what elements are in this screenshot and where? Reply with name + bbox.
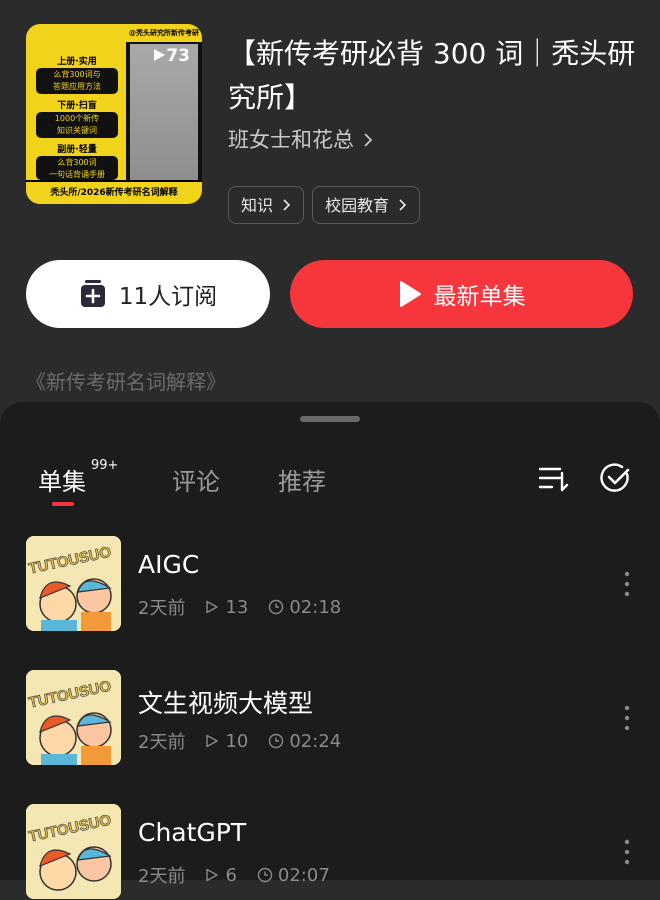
episode-meta: 2天前 10 02:24 — [138, 728, 341, 754]
latest-episode-button[interactable]: 最新单集 — [290, 260, 633, 328]
cover-pill-2: 1000个新传 知识关键词 — [36, 112, 118, 138]
tag-knowledge[interactable]: 知识 — [228, 186, 305, 224]
tab-bar: 单集 99+ 评论 推荐 — [38, 458, 384, 506]
episode-date: 2天前 — [138, 598, 186, 619]
clock-icon — [257, 867, 273, 883]
cover-row-1: 上册·实用 — [57, 57, 97, 67]
author-link[interactable]: 班女士和花总 — [228, 124, 373, 154]
more-vertical-icon[interactable] — [624, 703, 630, 733]
tab-comments-label: 评论 — [172, 468, 220, 496]
episode-duration: 02:18 — [289, 596, 342, 618]
check-circle-icon[interactable] — [600, 462, 632, 494]
clock-icon — [269, 733, 284, 749]
episode-thumbnail: TUTOUSUO — [26, 670, 121, 765]
play-icon — [399, 281, 421, 307]
drag-handle[interactable] — [300, 416, 360, 422]
episode-title: AIGC — [138, 550, 200, 579]
episode-duration: 02:07 — [277, 864, 330, 886]
cover-play-count: 73 — [153, 46, 190, 66]
cover-top-banner: @秃头研究所新传考研 — [126, 24, 202, 42]
album-description: 《新传考研名词解释》 — [26, 370, 226, 394]
sort-icon[interactable] — [536, 462, 570, 496]
tag-campus-education[interactable]: 校园教育 — [312, 186, 421, 224]
episode-item[interactable]: TUTOUSUO AIGC 2天前 13 02:18 — [26, 536, 636, 632]
subscribe-button[interactable]: 11人订阅 — [26, 260, 270, 328]
episode-plays: 10 — [225, 730, 249, 752]
plus-square-icon — [80, 280, 105, 307]
episode-title: ChatGPT — [138, 818, 247, 847]
cover-row-2: 下册·扫盲 — [57, 101, 97, 111]
clock-icon — [269, 599, 284, 615]
episode-date: 2天前 — [138, 732, 186, 753]
episode-date: 2天前 — [138, 866, 186, 887]
subscribe-label: 11人订阅 — [118, 284, 218, 310]
play-count-icon — [154, 49, 166, 61]
tab-recommend[interactable]: 推荐 — [278, 462, 326, 497]
episode-item[interactable]: TUTOUSUO 文生视频大模型 2天前 10 02:24 — [26, 670, 636, 766]
episode-plays: 6 — [225, 864, 237, 886]
tab-recommend-label: 推荐 — [278, 468, 326, 496]
episodes-count-badge: 99+ — [91, 458, 119, 473]
tag-label: 知识 — [241, 196, 274, 215]
chevron-right-icon — [364, 133, 372, 147]
latest-label: 最新单集 — [433, 284, 526, 310]
album-title: 【新传考研必背 300 词｜秃头研究所】 — [228, 37, 636, 114]
episode-meta: 2天前 6 02:07 — [138, 862, 330, 888]
chevron-right-icon — [399, 199, 407, 211]
episode-sheet: 单集 99+ 评论 推荐 TUTOUSUO AIGC 2天前 13 02:18 … — [0, 402, 660, 899]
play-count-icon — [206, 734, 219, 748]
cover-pill-1: 么背300词与 答题应用方法 — [36, 68, 118, 94]
episode-meta: 2天前 13 02:18 — [138, 594, 341, 620]
episode-thumbnail: TUTOUSUO — [26, 536, 121, 631]
tag-list: 知识 校园教育 — [228, 186, 421, 224]
cover-row-3: 副册·轻量 — [57, 145, 97, 155]
episode-thumbnail: TUTOUSUO — [26, 804, 121, 899]
play-count-value: 73 — [166, 46, 190, 66]
tab-comments[interactable]: 评论 — [172, 462, 220, 497]
more-vertical-icon[interactable] — [624, 569, 630, 599]
tag-label: 校园教育 — [325, 196, 390, 215]
cover-bottom-banner: 秃头所/2026新传考研名词解释 — [26, 180, 202, 204]
episode-item[interactable]: TUTOUSUO ChatGPT 2天前 6 02:07 — [26, 804, 636, 900]
chevron-right-icon — [283, 199, 291, 211]
tab-episodes[interactable]: 单集 99+ — [38, 458, 118, 506]
more-vertical-icon[interactable] — [624, 837, 630, 867]
tab-episodes-label: 单集 — [38, 468, 86, 496]
author-name: 班女士和花总 — [228, 128, 354, 152]
episode-title: 文生视频大模型 — [138, 689, 314, 718]
episode-plays: 13 — [225, 596, 249, 618]
episode-duration: 02:24 — [289, 730, 342, 752]
play-count-icon — [206, 600, 219, 614]
active-tab-indicator — [52, 502, 74, 506]
cover-pill-3: 么背300词 一句话背诵手册 — [36, 156, 118, 180]
album-cover[interactable]: 上册·实用 么背300词与 答题应用方法 下册·扫盲 1000个新传 知识关键词 副… — [26, 24, 202, 204]
